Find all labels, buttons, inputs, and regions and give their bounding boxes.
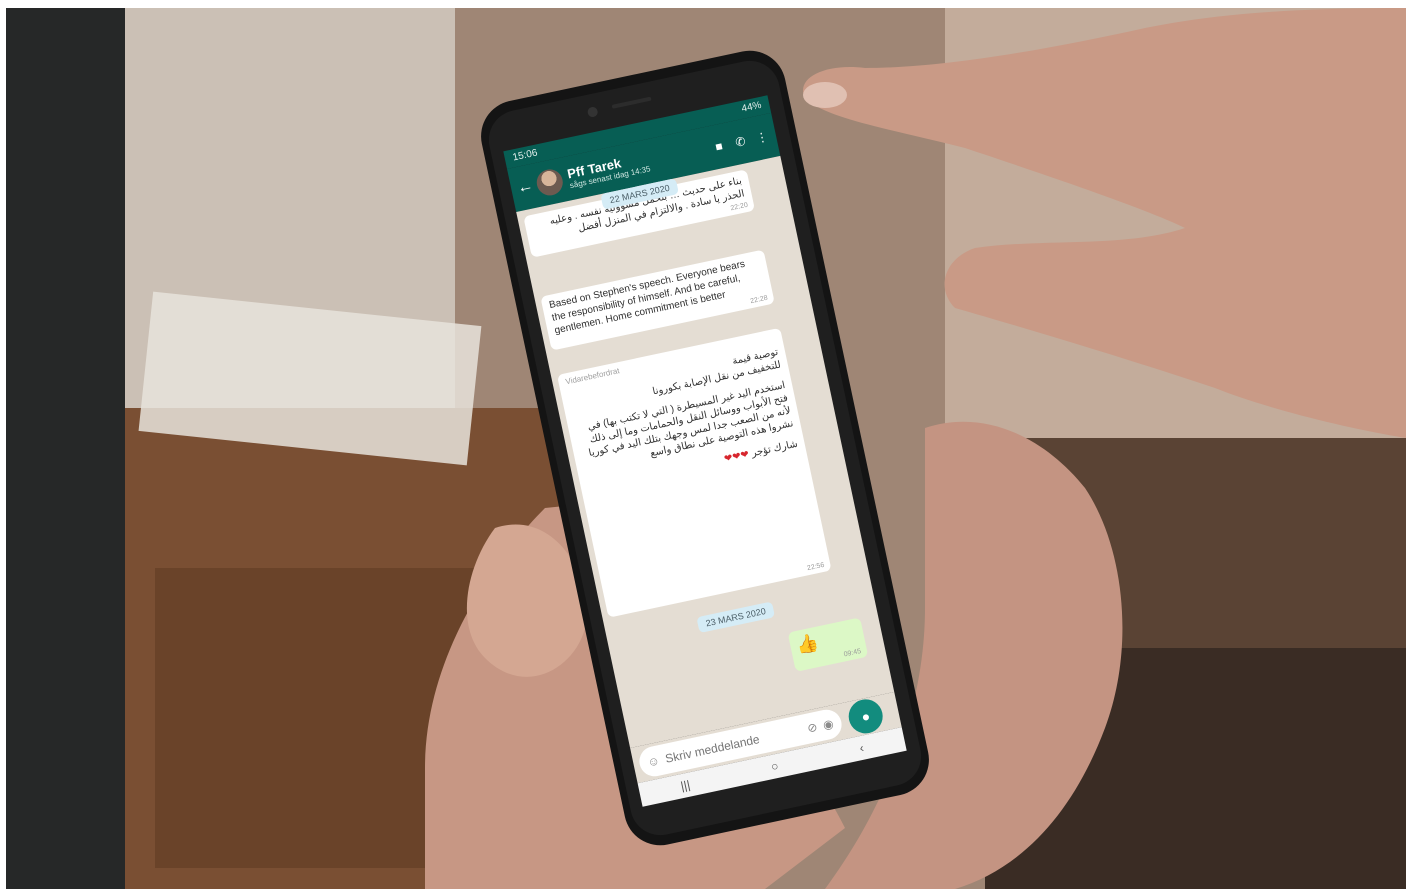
back-arrow-icon[interactable]: ← <box>516 177 535 199</box>
back-nav-icon[interactable]: ‹ <box>858 741 865 756</box>
more-options-icon[interactable]: ⋮ <box>753 129 772 146</box>
message-text: Based on Stephen's speech. Everyone bear… <box>548 258 746 337</box>
home-icon[interactable]: ○ <box>770 759 780 774</box>
photo: 15:06 44% ← Pff Tarek sågs senast idag 1… <box>125 8 1406 889</box>
phone-call-icon[interactable]: ✆ <box>731 133 750 150</box>
avatar[interactable] <box>534 166 566 198</box>
message-outgoing: 👍 09:45 <box>787 617 869 672</box>
mic-icon: ● <box>859 707 872 726</box>
status-time: 15:06 <box>511 147 539 164</box>
fingernail <box>803 82 847 108</box>
message-time: 22:56 <box>806 561 826 573</box>
thumbs-up-emoji: 👍 <box>794 631 821 657</box>
camera-icon[interactable]: ◉ <box>822 716 835 732</box>
recent-apps-icon[interactable]: ||| <box>679 778 691 794</box>
mic-button[interactable]: ● <box>845 696 886 737</box>
message-time: 22:28 <box>749 294 769 306</box>
video-call-icon[interactable]: ■ <box>710 138 729 155</box>
battery-level: 44% <box>740 99 763 115</box>
date-chip: 23 MARS 2020 <box>696 601 776 634</box>
left-dark-bar <box>6 8 125 889</box>
image-frame: 15:06 44% ← Pff Tarek sågs senast idag 1… <box>6 8 1406 889</box>
attach-icon[interactable]: ⊘ <box>806 720 819 736</box>
message-time: 09:45 <box>843 647 862 659</box>
message-forwarded: Vidarebefordrat توصية قيمة للتخفيف من نق… <box>556 327 832 618</box>
message-time: 22:20 <box>729 201 749 213</box>
emoji-icon[interactable]: ☺ <box>646 753 661 769</box>
hearts-emoji: ❤❤❤ <box>723 449 751 466</box>
message-line: شارك تؤجر <box>750 439 799 460</box>
